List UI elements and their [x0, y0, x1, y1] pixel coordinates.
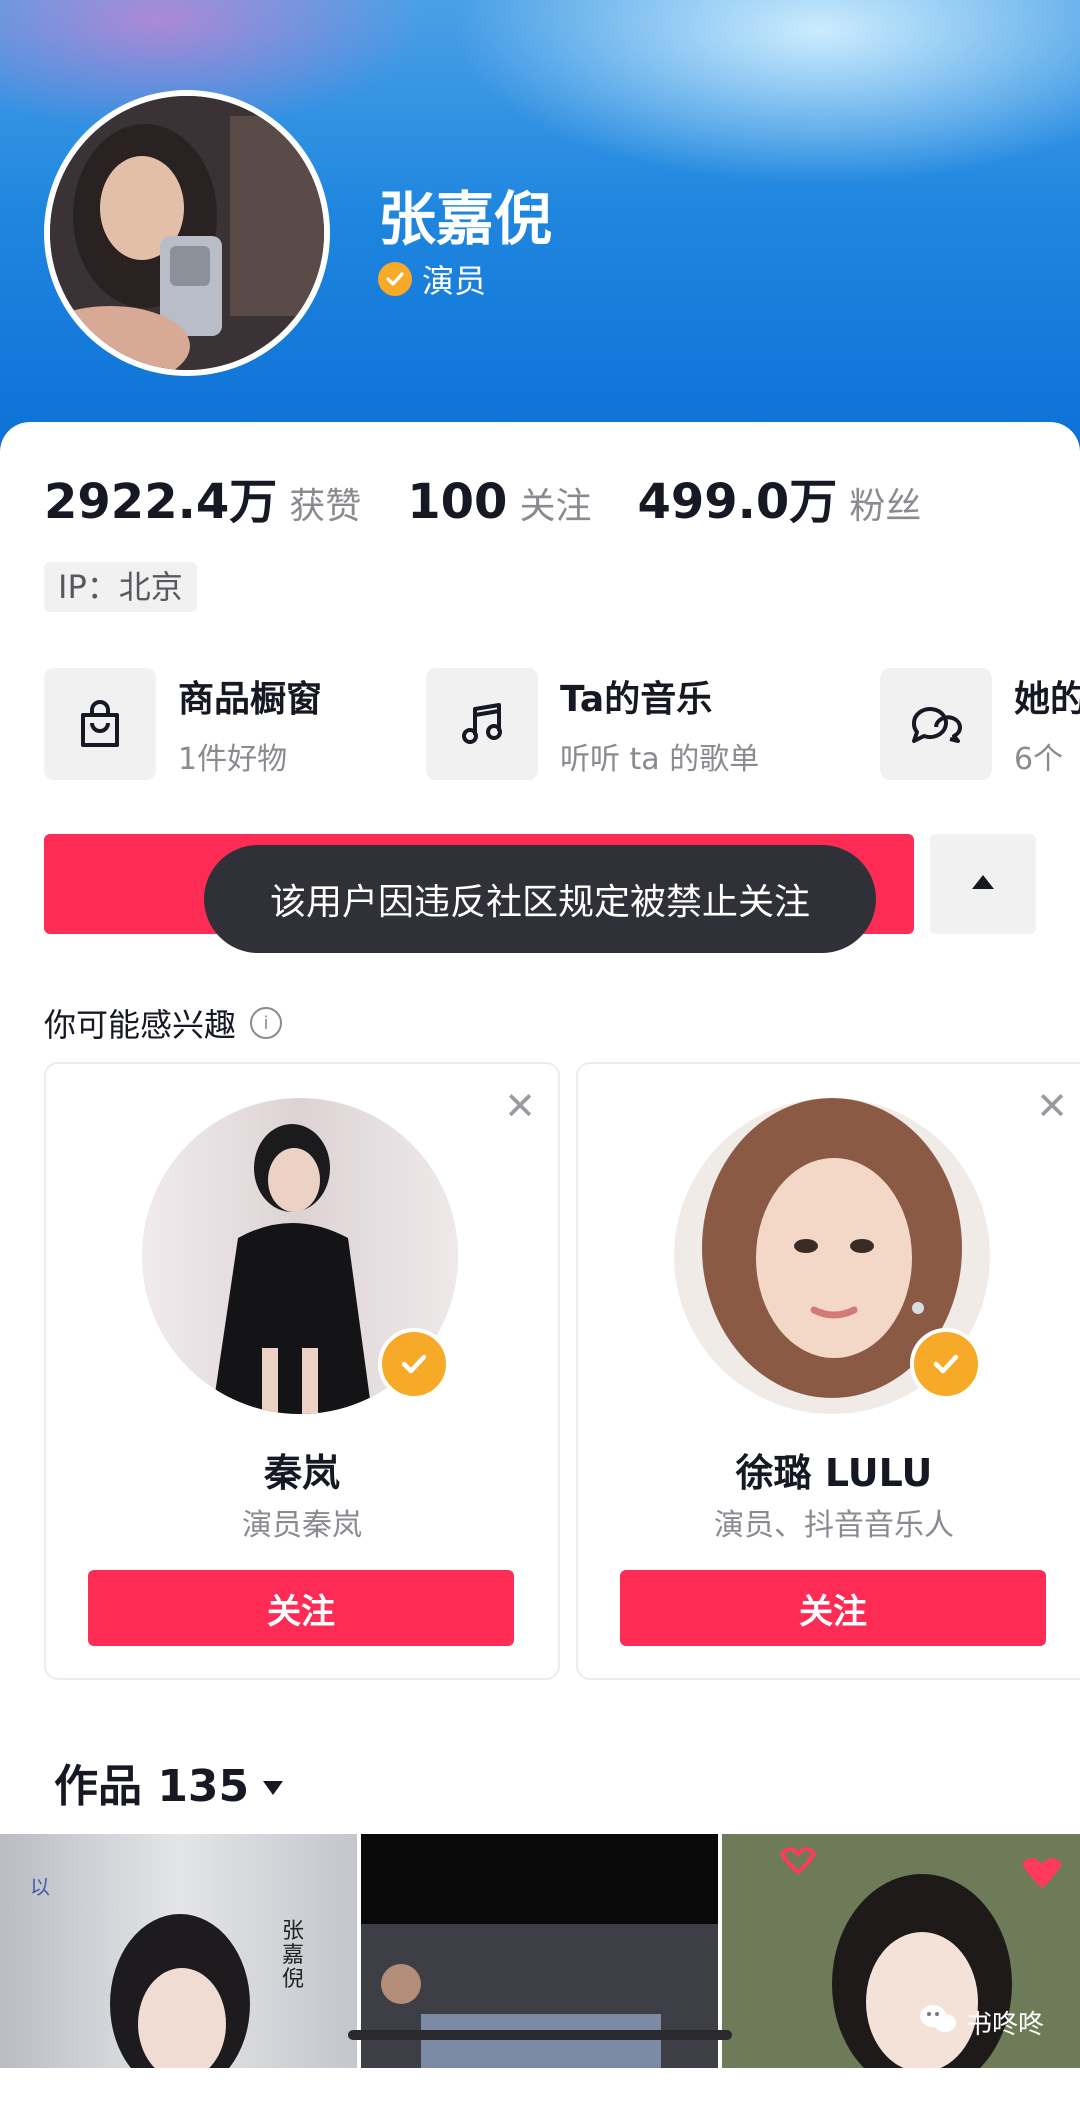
- close-icon[interactable]: ✕: [504, 1084, 536, 1128]
- stats-row: 2922.4万 获赞 100 关注 499.0万 粉丝: [44, 462, 967, 532]
- shopping-bag-icon: [44, 668, 156, 780]
- followers-label[interactable]: 粉丝: [849, 477, 921, 529]
- following-label[interactable]: 关注: [519, 477, 591, 529]
- feature-subtitle: 听听 ta 的歌单: [560, 742, 760, 777]
- watermark-text: 书咚咚: [966, 2010, 1045, 2040]
- profile-avatar[interactable]: [44, 90, 330, 376]
- svg-text:以: 以: [30, 1877, 50, 1899]
- verified-check-icon: [378, 1328, 450, 1400]
- watermark: 书咚咚: [918, 2002, 1044, 2043]
- recommend-follow-button[interactable]: 关注: [620, 1570, 1046, 1646]
- feature-title: Ta的音乐: [560, 679, 713, 720]
- following-count[interactable]: 100: [407, 474, 507, 530]
- info-icon[interactable]: i: [250, 1007, 283, 1039]
- verified-check-icon: [910, 1328, 982, 1400]
- wechat-icon: [918, 2002, 958, 2043]
- verification-row: 演员: [378, 256, 486, 302]
- music-note-icon: [426, 668, 538, 780]
- recommend-desc: 演员、抖音音乐人: [714, 1508, 954, 1543]
- recommend-desc: 演员秦岚: [242, 1508, 362, 1543]
- video-thumbnail[interactable]: 以 张嘉倪: [0, 1834, 357, 2068]
- recommend-card[interactable]: ✕ 徐璐 LULU 演员、抖音音乐人 关注: [576, 1062, 1080, 1680]
- verified-label: 演员: [422, 262, 487, 300]
- recommend-title: 你可能感兴趣: [44, 1006, 237, 1044]
- recommend-follow-button[interactable]: 关注: [88, 1570, 514, 1646]
- caret-down-icon: [261, 1757, 285, 1808]
- ip-location-tag: IP：北京: [44, 562, 197, 612]
- toast-message: 该用户因违反社区规定被禁止关注: [204, 845, 876, 953]
- thumbnail-caption: 张嘉倪: [282, 1919, 305, 1992]
- feature-subtitle: 6个: [1014, 742, 1064, 777]
- works-label: 作品 135: [54, 1761, 250, 1812]
- feature-title: 商品橱窗: [178, 679, 323, 720]
- likes-count: 2922.4万: [44, 474, 278, 530]
- close-icon[interactable]: ✕: [1036, 1084, 1068, 1128]
- works-tab[interactable]: 作品 135: [54, 1750, 285, 1814]
- profile-name: 张嘉倪: [378, 185, 553, 253]
- chat-bubbles-icon: [880, 668, 992, 780]
- recommend-card[interactable]: ✕ 秦岚 演员秦岚 关注: [44, 1062, 560, 1680]
- followers-count[interactable]: 499.0万: [637, 462, 837, 532]
- feature-showcase[interactable]: 商品橱窗 1件好物: [44, 668, 322, 780]
- home-indicator[interactable]: [348, 2030, 732, 2040]
- verified-check-icon: [378, 262, 412, 296]
- feature-music[interactable]: Ta的音乐 听听 ta 的歌单: [426, 668, 759, 780]
- recommend-name: 秦岚: [263, 1451, 340, 1495]
- feature-subtitle: 1件好物: [178, 742, 288, 777]
- recommend-name: 徐璐 LULU: [735, 1451, 933, 1495]
- feature-group-chat[interactable]: 她的 6个: [880, 668, 1080, 780]
- expand-recommend-button[interactable]: [930, 834, 1036, 934]
- likes-label: 获赞: [289, 486, 362, 527]
- recommend-header: 你可能感兴趣 i: [44, 1000, 283, 1046]
- triangle-up-icon: [970, 873, 996, 895]
- avatar-image: [50, 96, 324, 370]
- feature-title: 她的: [1014, 679, 1080, 720]
